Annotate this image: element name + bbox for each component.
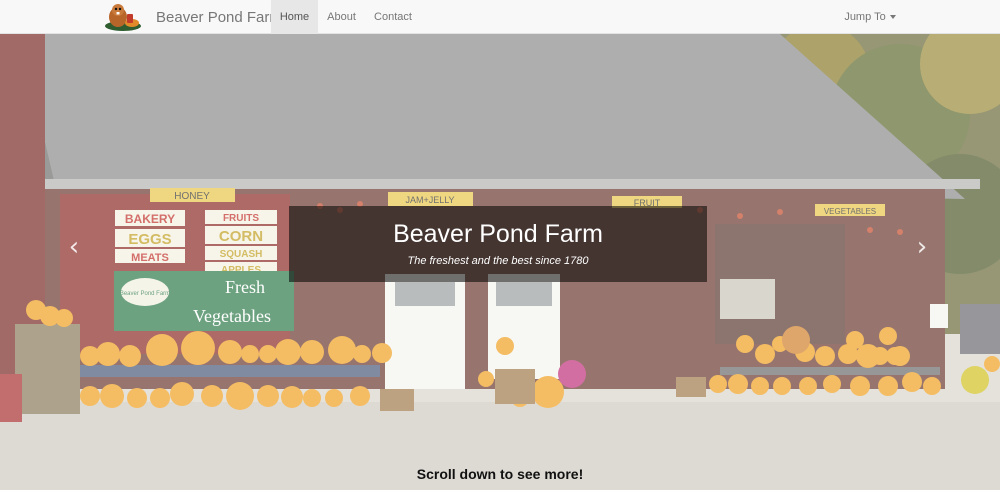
beaver-mascot-logo-icon[interactable] [101,2,145,32]
top-navbar: Beaver Pond Farm Home About Contact Jump… [0,0,1000,34]
chevron-right-icon[interactable]: › [910,232,934,262]
caret-down-icon [889,15,896,20]
hero-title: Beaver Pond Farm [393,220,603,248]
nav-link-contact[interactable]: Contact [366,0,420,34]
hero-carousel: HONEY JAM+JELLY FRUIT VEGETABLES BAKERY … [0,34,1000,490]
chevron-left-icon[interactable]: ‹ [62,232,86,262]
brand-name[interactable]: Beaver Pond Farm [156,9,282,26]
jump-to-dropdown[interactable]: Jump To [840,0,900,34]
carousel-caption: Beaver Pond Farm The freshest and the be… [289,206,707,282]
hero-subtitle: The freshest and the best since 1780 [407,255,589,267]
jump-to-label: Jump To [844,11,886,23]
nav-link-about[interactable]: About [320,0,363,34]
scroll-down-hint: Scroll down to see more! [416,466,584,482]
nav-link-home[interactable]: Home [271,0,318,34]
